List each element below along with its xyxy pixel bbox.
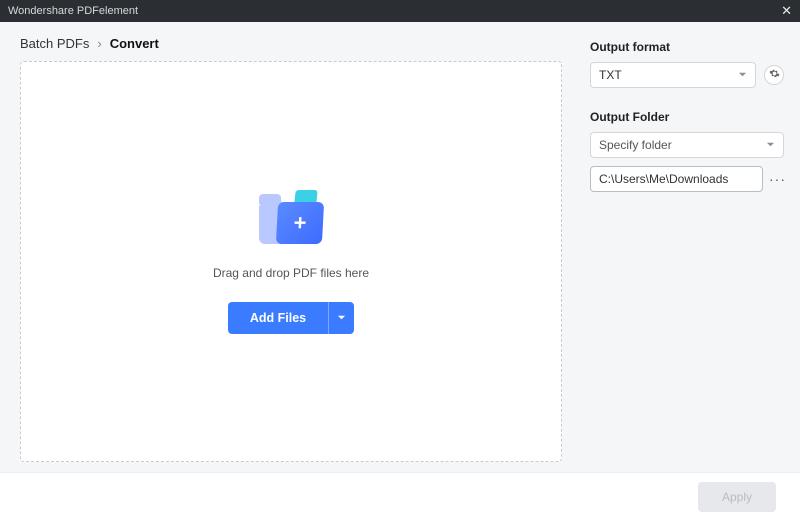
file-dropzone[interactable]: + Drag and drop PDF files here Add Files xyxy=(20,61,562,462)
chevron-down-icon xyxy=(738,68,747,82)
add-files-dropdown-button[interactable] xyxy=(328,302,354,334)
output-folder-label: Output Folder xyxy=(590,110,784,124)
gear-icon xyxy=(769,68,780,82)
settings-panel: Output format TXT Output Folder Specify … xyxy=(580,22,800,472)
add-files-group: Add Files xyxy=(228,302,354,334)
output-folder-mode-select[interactable]: Specify folder xyxy=(590,132,784,158)
app-window: Wondershare PDFelement ✕ Batch PDFs › Co… xyxy=(0,0,800,520)
output-format-label: Output format xyxy=(590,40,784,54)
folder-plus-icon: + xyxy=(259,190,323,244)
output-format-value: TXT xyxy=(599,68,622,82)
output-folder-path-input[interactable] xyxy=(590,166,763,192)
close-icon[interactable]: ✕ xyxy=(781,3,792,19)
ellipsis-icon: ··· xyxy=(769,171,786,187)
chevron-right-icon: › xyxy=(97,36,101,51)
breadcrumb: Batch PDFs › Convert xyxy=(20,36,562,51)
output-folder-mode-value: Specify folder xyxy=(599,138,672,152)
app-title: Wondershare PDFelement xyxy=(8,5,138,17)
dropzone-hint: Drag and drop PDF files here xyxy=(213,266,369,280)
apply-button[interactable]: Apply xyxy=(698,482,776,512)
body: Batch PDFs › Convert + Drag and drop PDF… xyxy=(0,22,800,472)
output-format-select[interactable]: TXT xyxy=(590,62,756,88)
chevron-down-icon xyxy=(337,310,346,325)
main-panel: Batch PDFs › Convert + Drag and drop PDF… xyxy=(0,22,580,472)
add-files-button[interactable]: Add Files xyxy=(228,302,328,334)
title-bar: Wondershare PDFelement ✕ xyxy=(0,0,800,22)
browse-folder-button[interactable]: ··· xyxy=(769,168,786,190)
format-settings-button[interactable] xyxy=(764,65,784,85)
chevron-down-icon xyxy=(766,138,775,152)
breadcrumb-root[interactable]: Batch PDFs xyxy=(20,36,89,51)
breadcrumb-current: Convert xyxy=(110,36,159,51)
footer-bar: Apply xyxy=(0,472,800,520)
